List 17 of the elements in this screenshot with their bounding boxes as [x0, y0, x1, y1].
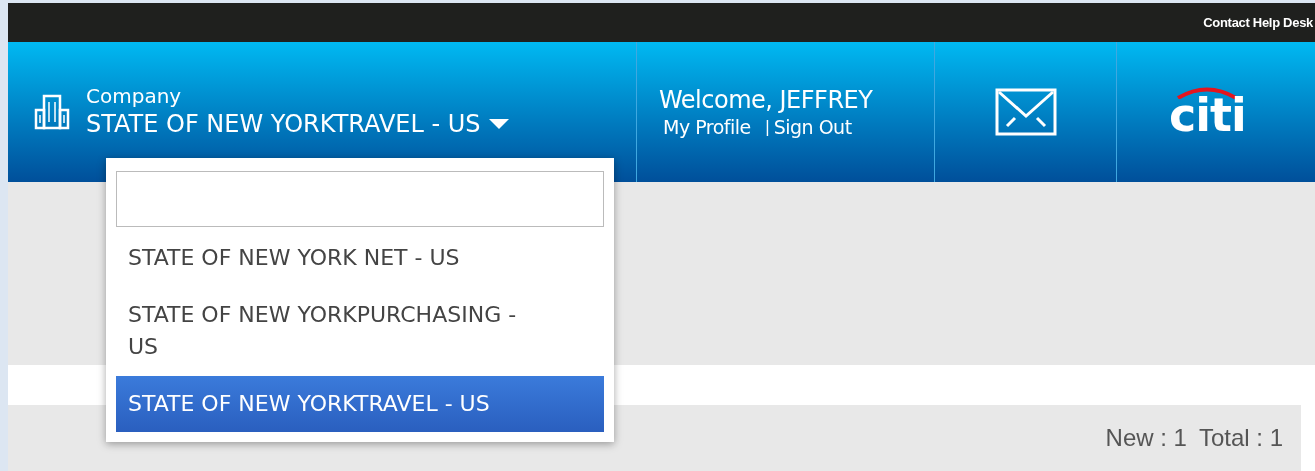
- welcome-text: Welcome, JEFFREY: [659, 85, 874, 115]
- new-count: New : 1: [1105, 423, 1187, 453]
- search-field[interactable]: [116, 171, 604, 227]
- sign-out-link[interactable]: Sign Out: [773, 115, 852, 139]
- company-option[interactable]: STATE OF NEW YORKTRAVEL - US: [116, 376, 604, 432]
- building-icon: [34, 94, 70, 130]
- total-count: Total : 1: [1198, 423, 1283, 453]
- citi-logo: citi: [1169, 86, 1246, 139]
- caret-icon: [488, 119, 509, 129]
- company-option[interactable]: STATE OF NEW YORK NET - US: [116, 230, 604, 286]
- company-selector[interactable]: STATE OF NEW YORKTRAVEL - US: [86, 108, 509, 140]
- help-desk-link[interactable]: Contact Help Desk: [1203, 12, 1313, 33]
- my-profile-link[interactable]: My Profile: [663, 115, 751, 139]
- company-option[interactable]: STATE OF NEW YORKPURCHASING - US: [116, 287, 604, 375]
- company-label: Company: [86, 84, 183, 108]
- mail-icon[interactable]: [994, 88, 1057, 136]
- separator: |: [764, 116, 770, 138]
